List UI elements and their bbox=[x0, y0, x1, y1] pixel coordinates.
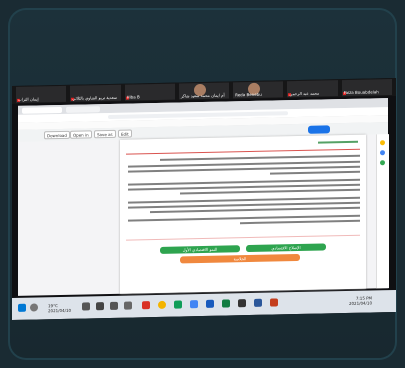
heading-rule bbox=[126, 148, 360, 155]
keep-icon[interactable] bbox=[380, 140, 385, 146]
doc-button[interactable]: النمو الاقتصادي الأول bbox=[160, 245, 240, 254]
app-icon[interactable] bbox=[238, 299, 246, 308]
task-view-icon[interactable] bbox=[82, 302, 90, 311]
weather-widget[interactable]: 19°C 2021/04/10 bbox=[48, 303, 71, 313]
search-icon[interactable] bbox=[30, 303, 38, 312]
participant-tile[interactable]: Faiza Bouabdelah bbox=[341, 79, 392, 97]
share-button[interactable] bbox=[308, 125, 330, 134]
calendar-icon[interactable] bbox=[380, 160, 385, 166]
file-explorer-icon[interactable] bbox=[110, 301, 118, 310]
clock-date: 2021/04/10 bbox=[348, 300, 372, 306]
mail-icon[interactable] bbox=[124, 301, 132, 310]
browser-tab[interactable] bbox=[22, 106, 62, 114]
participant-tile[interactable]: Hiba B bbox=[124, 83, 175, 101]
app-icon[interactable] bbox=[174, 300, 182, 309]
tasks-icon[interactable] bbox=[380, 150, 385, 156]
system-clock[interactable]: 7:15 PM 2021/04/10 bbox=[349, 295, 372, 305]
powerpoint-icon[interactable] bbox=[270, 298, 278, 307]
participant-name: Hiba B bbox=[126, 94, 140, 100]
download-button[interactable]: Download bbox=[44, 130, 70, 140]
participant-tile[interactable]: سعدية تربو الشاوي بالثلاثي bbox=[70, 84, 121, 102]
participant-tile[interactable]: محمد عبد الرحمن bbox=[287, 80, 338, 98]
participant-name: سعدية تربو الشاوي بالثلاثي bbox=[72, 94, 118, 101]
participant-name: Faiza Bouabdelah bbox=[343, 89, 379, 96]
participant-tile[interactable]: Reda Benebu bbox=[233, 81, 284, 99]
participant-name: محمد عبد الرحمن bbox=[289, 90, 320, 97]
zoom-icon[interactable] bbox=[190, 300, 198, 309]
participant-name: إيمان التراب bbox=[18, 96, 39, 102]
document-page: النمو الاقتصادي الأول الإصلاح الاقتصادي … bbox=[120, 134, 366, 294]
edit-button[interactable]: Edit bbox=[118, 129, 132, 138]
excel-icon[interactable] bbox=[222, 299, 230, 308]
save-as-button[interactable]: Save as bbox=[94, 129, 116, 139]
participant-tile[interactable]: إيمان التراب bbox=[16, 85, 67, 103]
document-heading-line bbox=[318, 140, 358, 144]
participant-name: Reda Benebu bbox=[235, 91, 262, 98]
chrome-icon[interactable] bbox=[158, 300, 166, 309]
participant-tile[interactable]: أم ايمان محمد سعيد شاكر bbox=[178, 82, 230, 100]
divider bbox=[126, 234, 360, 241]
right-sidebar bbox=[376, 134, 389, 289]
browser-window: Download Open in Save as Edit النمو الاق… bbox=[18, 98, 389, 296]
app-icon[interactable] bbox=[254, 298, 262, 307]
start-icon[interactable] bbox=[18, 303, 26, 312]
doc-button[interactable]: الخلاصة bbox=[180, 253, 300, 264]
doc-button[interactable]: الإصلاح الاقتصادي bbox=[246, 243, 326, 253]
browser-tab[interactable] bbox=[66, 106, 100, 113]
monitor-screen: إيمان التراب سعدية تربو الشاوي بالثلاثي … bbox=[12, 77, 396, 320]
participant-name: أم ايمان محمد سعيد شاكر bbox=[180, 92, 225, 99]
open-in-button[interactable]: Open in bbox=[70, 130, 92, 139]
settings-icon[interactable] bbox=[96, 302, 104, 311]
office-icon[interactable] bbox=[142, 301, 150, 310]
word-icon[interactable] bbox=[206, 299, 214, 308]
weather-date: 2021/04/10 bbox=[48, 307, 72, 314]
